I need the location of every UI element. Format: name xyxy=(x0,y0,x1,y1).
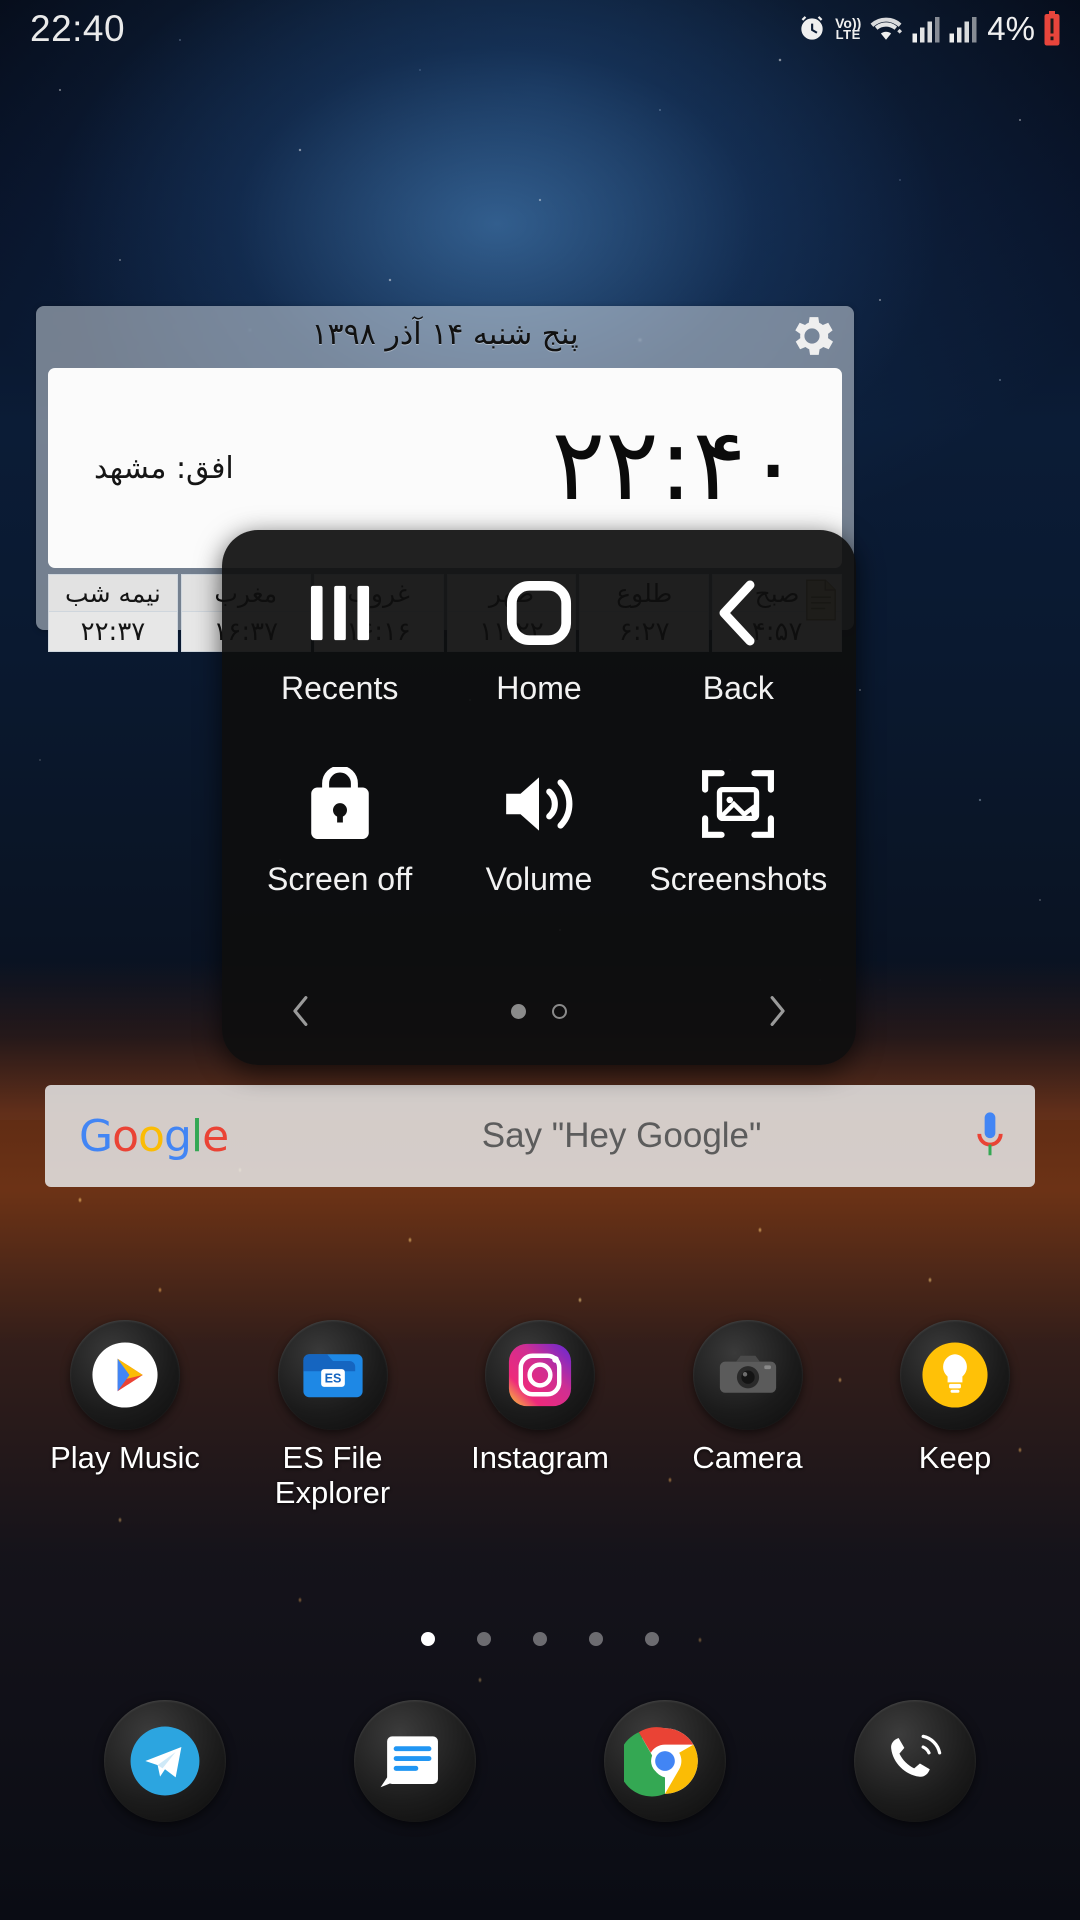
page-dot-1[interactable] xyxy=(421,1632,435,1646)
gear-icon[interactable] xyxy=(786,310,838,362)
page-dot-4[interactable] xyxy=(589,1632,603,1646)
assistive-touch-menu[interactable]: Recents Home Back Screen off Volume Scre… xyxy=(222,530,856,1065)
google-logo-letter-2: o xyxy=(138,1110,165,1162)
assistive-label-screenshots: Screenshots xyxy=(649,861,828,897)
assistive-menu-row-1: Recents Home Back xyxy=(222,572,856,707)
assistive-label-volume: Volume xyxy=(485,861,593,897)
recents-icon xyxy=(305,572,375,654)
chrome-icon xyxy=(624,1727,698,1797)
google-search-bar[interactable]: Google Say "Hey Google" xyxy=(45,1085,1035,1187)
volte-sublabel: LTE xyxy=(835,27,861,42)
lock-icon xyxy=(307,763,373,845)
back-icon xyxy=(710,572,766,654)
keep-icon[interactable] xyxy=(900,1320,1010,1430)
search-input[interactable]: Say "Hey Google" xyxy=(268,1116,975,1156)
app-label: Instagram xyxy=(471,1440,609,1475)
google-logo-letter-3: g xyxy=(163,1110,192,1162)
assistive-label-recents: Recents xyxy=(280,670,399,706)
calendar-city-label: افق: مشهد xyxy=(94,450,234,486)
messages-icon[interactable] xyxy=(354,1700,476,1822)
telegram-icon xyxy=(130,1726,200,1796)
status-bar: 22:40 Vo)) LTE 4% xyxy=(0,0,1080,58)
camera-icon[interactable] xyxy=(692,1320,803,1430)
assistive-label-back: Back xyxy=(702,670,774,706)
keep-icon xyxy=(922,1342,988,1408)
es-file-explorer-icon[interactable]: ES xyxy=(277,1320,388,1430)
camera-icon xyxy=(719,1355,776,1393)
calendar-date-label: پنج شنبه ۱۴ آذر ۱۳۹۸ xyxy=(311,316,579,352)
volte-icon: Vo)) LTE xyxy=(835,16,861,42)
assistive-item-screen-off[interactable]: Screen off xyxy=(255,763,425,898)
app-item[interactable]: Keep xyxy=(872,1320,1038,1510)
play-music-icon[interactable] xyxy=(70,1320,180,1430)
assistive-item-recents[interactable]: Recents xyxy=(255,572,425,707)
assistive-page-dot-2[interactable] xyxy=(552,1003,567,1019)
page-dot-5[interactable] xyxy=(645,1632,659,1646)
screenshot-icon xyxy=(701,763,775,845)
prayer-name-label: نیمه شب xyxy=(48,574,178,612)
app-item[interactable]: Camera xyxy=(665,1320,831,1510)
battery-percent-label: 4% xyxy=(987,10,1035,47)
chevron-left-icon[interactable] xyxy=(284,994,318,1028)
app-grid: Play Music ES ES File Explorer Instagram Cam… xyxy=(0,1320,1080,1510)
assistive-label-screen-off: Screen off xyxy=(267,861,413,897)
messages-icon xyxy=(380,1736,438,1788)
volume-icon xyxy=(500,763,578,845)
phone-icon[interactable] xyxy=(854,1700,976,1822)
google-logo-letter-4: l xyxy=(190,1110,203,1162)
assistive-menu-row-2: Screen off Volume Screenshots xyxy=(222,763,856,898)
es-file-explorer-icon: ES xyxy=(302,1354,363,1398)
google-logo-letter-5: e xyxy=(202,1110,229,1162)
signal-bars-icon xyxy=(912,17,940,43)
assistive-item-back[interactable]: Back xyxy=(653,572,823,707)
google-logo: Google xyxy=(79,1110,229,1162)
microphone-icon[interactable] xyxy=(975,1110,1005,1162)
assistive-page-dot-1[interactable] xyxy=(511,1003,526,1019)
assistive-menu-pager xyxy=(222,991,856,1031)
app-label: Camera xyxy=(692,1440,803,1475)
calendar-clock-time: ۲۲:۴۰ xyxy=(551,406,800,523)
prayer-time-value: ۲۲:۳۷ xyxy=(48,612,178,652)
app-label: Keep xyxy=(918,1440,992,1475)
page-dot-3[interactable] xyxy=(533,1632,547,1646)
chrome-icon[interactable] xyxy=(604,1700,726,1822)
status-bar-icons: Vo)) LTE 4% xyxy=(796,10,1062,48)
assistive-item-home[interactable]: Home xyxy=(454,572,624,707)
calendar-widget-header: پنج شنبه ۱۴ آذر ۱۳۹۸ xyxy=(36,306,854,362)
google-logo-letter-1: o xyxy=(112,1110,139,1162)
page-indicator xyxy=(0,1632,1080,1646)
play-music-icon xyxy=(92,1342,158,1408)
phone-icon xyxy=(891,1734,942,1777)
assistive-label-home: Home xyxy=(496,670,582,706)
page-dot-2[interactable] xyxy=(477,1632,491,1646)
instagram-icon xyxy=(508,1343,572,1407)
assistive-item-volume[interactable]: Volume xyxy=(454,763,624,898)
bottom-dock xyxy=(0,1700,1080,1822)
battery-icon xyxy=(1044,11,1060,46)
alarm-icon xyxy=(801,16,823,40)
status-bar-clock: 22:40 xyxy=(30,8,126,49)
chevron-right-icon[interactable] xyxy=(760,994,794,1028)
assistive-menu-dots xyxy=(511,1003,567,1019)
wifi-icon xyxy=(870,17,903,40)
app-label: Play Music xyxy=(50,1440,200,1475)
instagram-icon[interactable] xyxy=(485,1320,595,1430)
svg-text:ES: ES xyxy=(324,1371,341,1385)
app-item[interactable]: Play Music xyxy=(42,1320,208,1510)
google-logo-letter-0: G xyxy=(79,1110,113,1162)
signal-bars-2-icon xyxy=(949,17,977,43)
app-label: ES File Explorer xyxy=(274,1440,391,1510)
prayer-time-column: نیمه شب ۲۲:۳۷ xyxy=(48,574,178,652)
app-item[interactable]: Instagram xyxy=(457,1320,623,1510)
telegram-icon[interactable] xyxy=(104,1700,226,1822)
assistive-item-screenshots[interactable]: Screenshots xyxy=(649,763,827,898)
home-icon xyxy=(503,572,575,654)
app-item[interactable]: ES ES File Explorer xyxy=(250,1320,416,1510)
